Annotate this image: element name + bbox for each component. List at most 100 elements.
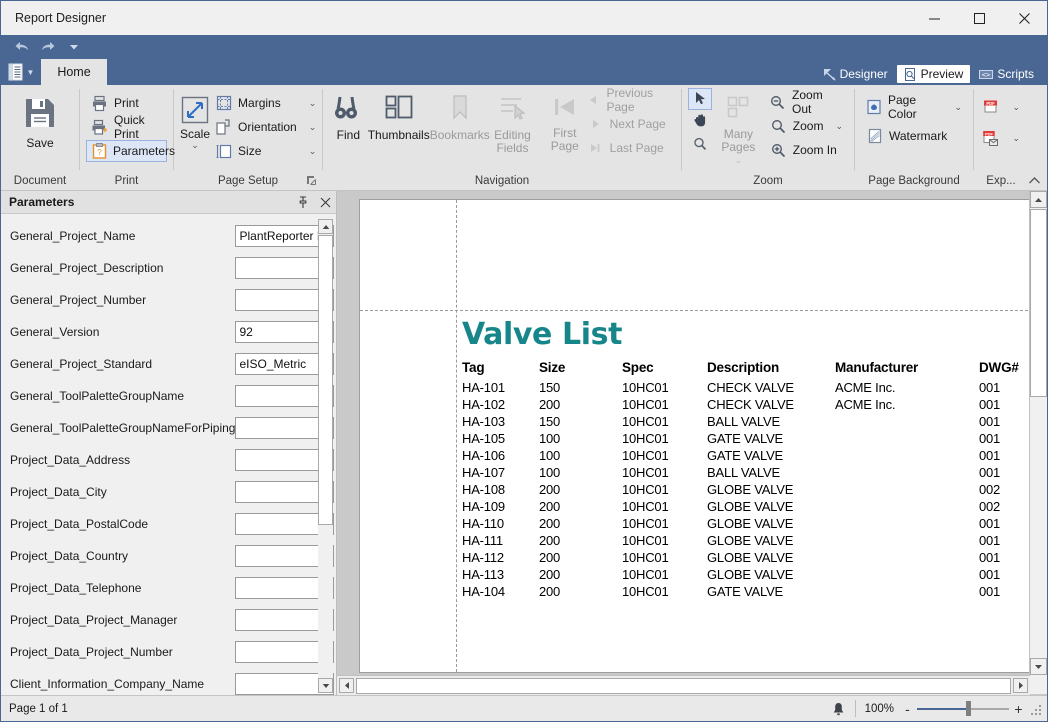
cell-description: GATE VALVE xyxy=(707,584,784,599)
parameter-label: Project_Data_Country xyxy=(10,549,129,563)
ribbon-group-page-setup: Scale ⌄ Margins ⌄ Orientation ⌄ Size ⌄ P… xyxy=(174,85,322,190)
hand-tool-button[interactable] xyxy=(688,111,712,133)
view-button-preview[interactable]: Preview xyxy=(896,65,971,83)
orientation-button[interactable]: Orientation ⌄ xyxy=(210,116,321,138)
maximize-icon[interactable] xyxy=(957,2,1002,35)
last-page-button-label: Last Page xyxy=(609,141,664,155)
table-row: HA-109 200 10HC01 GLOBE VALVE 002 xyxy=(462,498,1029,515)
chevron-down-icon[interactable]: ⌄ xyxy=(948,102,962,113)
chevron-down-icon[interactable]: ⌄ xyxy=(191,140,199,151)
export-to-button[interactable]: PDF ⌄ xyxy=(980,96,1022,118)
document-canvas[interactable]: Valve List Tag Size Spec Description Man… xyxy=(337,191,1029,675)
close-icon[interactable] xyxy=(1002,2,1047,35)
parameter-label: General_ToolPaletteGroupNameForPiping xyxy=(10,421,236,435)
save-button[interactable]: Save xyxy=(7,89,73,150)
cell-size: 100 xyxy=(539,431,561,446)
chevron-down-icon[interactable]: ⌄ xyxy=(829,121,843,132)
pointer-icon xyxy=(694,91,707,108)
thumbnails-button[interactable]: Thumbnails xyxy=(368,87,430,142)
view-button-designer[interactable]: Designer xyxy=(816,65,895,83)
preview-vertical-scroll-thumb[interactable] xyxy=(1030,209,1047,397)
preview-vertical-scrollbar[interactable] xyxy=(1029,191,1047,675)
tab-home[interactable]: Home xyxy=(41,59,107,85)
chevron-down-icon[interactable]: ⌄ xyxy=(303,98,317,109)
collapse-ribbon-button[interactable] xyxy=(1028,176,1041,188)
quick-print-button[interactable]: Quick Print xyxy=(86,113,167,141)
window-title: Report Designer xyxy=(15,11,107,25)
page-setup-dialog-launcher-icon[interactable] xyxy=(306,175,317,188)
pin-icon[interactable] xyxy=(292,192,314,212)
cell-size: 200 xyxy=(539,482,561,497)
zoom-out-button[interactable]: Zoom Out xyxy=(765,88,848,116)
document-preview: Valve List Tag Size Spec Description Man… xyxy=(337,191,1047,695)
parameter-row: Client_Information_Company_Name xyxy=(1,668,336,695)
chevron-down-icon[interactable]: ⌄ xyxy=(303,122,317,133)
redo-icon[interactable] xyxy=(35,36,61,58)
many-pages-button-label: Many Pages xyxy=(721,127,756,154)
parameter-row: General_Project_Description xyxy=(1,252,336,284)
main-area: Parameters General_Project_Name PlantRepo… xyxy=(1,191,1047,695)
print-button[interactable]: Print xyxy=(86,92,167,114)
ribbon-group-page-background-label: Page Background xyxy=(868,175,960,187)
zoom-increase-button[interactable]: + xyxy=(1013,702,1024,716)
zoom-slider[interactable]: - + xyxy=(902,701,1024,716)
preview-inner: Valve List Tag Size Spec Description Man… xyxy=(337,191,1047,675)
watermark-button[interactable]: Watermark xyxy=(861,125,967,147)
chevron-down-icon[interactable]: ⌄ xyxy=(303,146,317,157)
notification-bell-icon[interactable] xyxy=(825,702,851,716)
report-designer-window: Report Designer ▼ Home Designer Preview … xyxy=(0,0,1048,722)
close-icon[interactable] xyxy=(314,192,336,212)
page-color-button[interactable]: Page Color ⌄ xyxy=(861,93,967,121)
cell-dwg: 002 xyxy=(979,482,1001,497)
column-header-tag: Tag xyxy=(462,360,485,375)
undo-icon[interactable] xyxy=(9,36,35,58)
zoom-slider-thumb[interactable] xyxy=(966,701,971,716)
magnifier-tool-button[interactable] xyxy=(688,134,712,156)
zoom-level-label[interactable]: 100% xyxy=(860,703,894,715)
parameters-list-container: General_Project_Name PlantReporter Exa Ge… xyxy=(1,214,336,695)
cell-size: 150 xyxy=(539,380,561,395)
parameters-scrollbar[interactable] xyxy=(318,219,333,693)
chevron-down-icon[interactable]: ⌄ xyxy=(1009,102,1020,113)
zoom-in-button[interactable]: Zoom In xyxy=(765,139,848,161)
scroll-up-icon[interactable] xyxy=(1030,191,1047,208)
parameters-button[interactable]: ? Parameters xyxy=(86,140,175,162)
zoom-button[interactable]: Zoom ⌄ xyxy=(765,115,848,137)
print-icon xyxy=(91,95,108,112)
size-button[interactable]: Size ⌄ xyxy=(210,140,321,162)
cell-dwg: 001 xyxy=(979,550,1001,565)
scroll-down-icon[interactable] xyxy=(318,678,333,693)
ribbon-group-export-label: Exp... xyxy=(986,175,1016,187)
minimize-icon[interactable] xyxy=(912,2,957,35)
cell-size: 200 xyxy=(539,567,561,582)
find-button[interactable]: Find xyxy=(329,87,368,142)
zoom-slider-track[interactable] xyxy=(917,701,1009,716)
preview-horizontal-scrollbar[interactable] xyxy=(337,675,1030,695)
scroll-right-icon[interactable] xyxy=(1013,678,1028,693)
parameters-scroll-thumb[interactable] xyxy=(318,235,333,525)
watermark-icon xyxy=(866,128,883,145)
watermark-button-label: Watermark xyxy=(889,129,948,143)
margins-button[interactable]: Margins ⌄ xyxy=(210,92,321,114)
scroll-up-icon[interactable] xyxy=(318,219,333,234)
view-button-scripts[interactable]: <> Scripts xyxy=(972,65,1041,83)
cell-size: 200 xyxy=(539,499,561,514)
chevron-down-icon[interactable]: ⌄ xyxy=(1009,133,1020,144)
parameter-row: General_Project_Number xyxy=(1,284,336,316)
scroll-left-icon[interactable] xyxy=(339,678,354,693)
cell-manufacturer xyxy=(835,566,979,583)
pointer-tool-button[interactable] xyxy=(688,88,712,110)
resize-grip[interactable] xyxy=(1030,702,1044,716)
quick-access-more-icon[interactable] xyxy=(61,36,87,58)
page-color-button-label: Page Color xyxy=(888,93,917,121)
application-menu-button[interactable]: ▼ xyxy=(1,59,41,85)
quick-print-button-label: Quick Print xyxy=(114,113,145,141)
cell-tag: HA-111 xyxy=(462,533,503,548)
scale-button[interactable]: Scale ⌄ xyxy=(180,89,210,151)
send-via-email-button[interactable]: PDF ⌄ xyxy=(980,127,1022,149)
scroll-down-icon[interactable] xyxy=(1030,658,1047,675)
cell-spec: 10HC01 xyxy=(622,380,669,395)
zoom-decrease-button[interactable]: - xyxy=(902,702,913,716)
preview-horizontal-scroll-thumb[interactable] xyxy=(356,677,1011,694)
cell-size: 100 xyxy=(539,465,561,480)
